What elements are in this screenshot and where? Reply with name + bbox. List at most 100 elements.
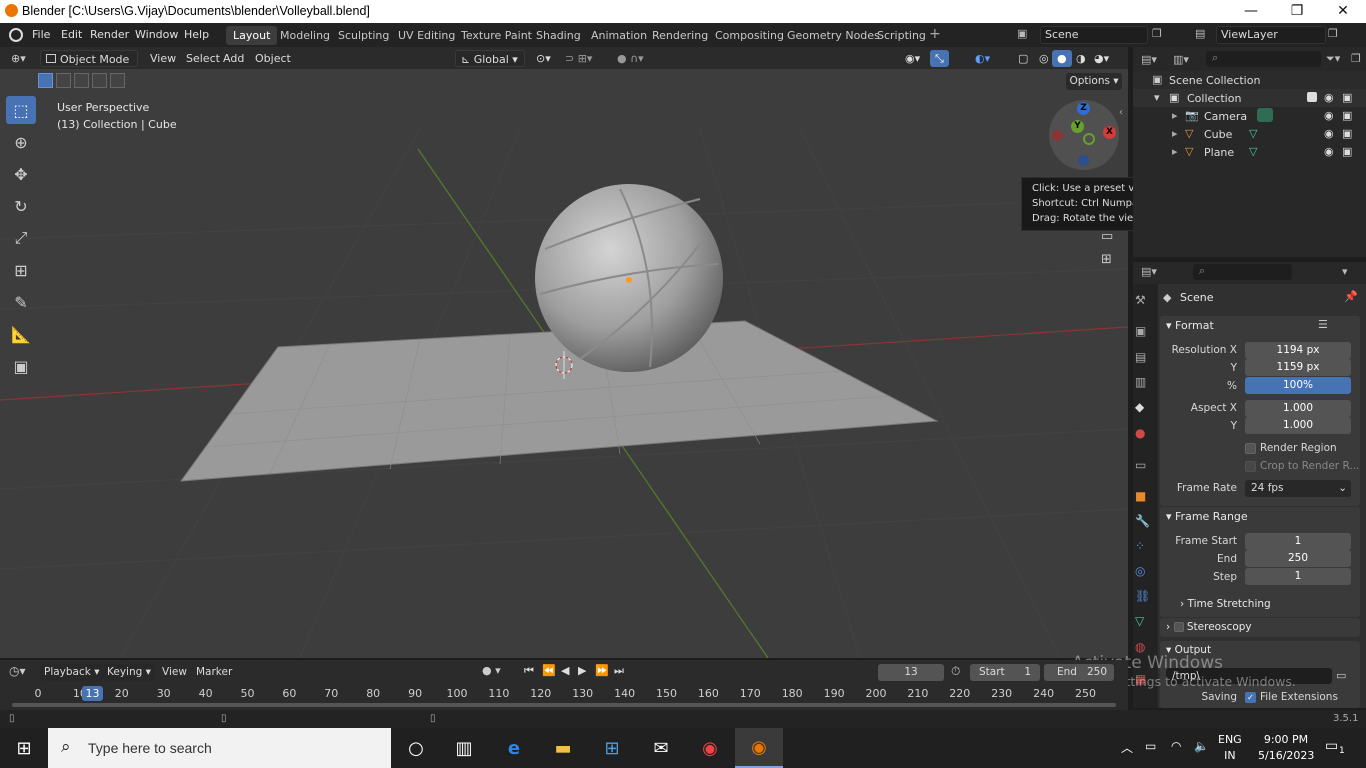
outliner-collection-row[interactable]: ▾ ▣ Collection ◉ ▣ bbox=[1133, 89, 1366, 107]
menu-window[interactable]: Window bbox=[135, 28, 178, 41]
resolution-x-field[interactable]: 1194 px bbox=[1245, 342, 1351, 359]
collection-render-icon[interactable]: ▣ bbox=[1342, 91, 1352, 104]
physics-tab-icon[interactable]: ◎ bbox=[1135, 564, 1145, 578]
edge-icon[interactable]: e bbox=[490, 728, 538, 768]
outliner-new-collection-icon[interactable]: ❐ bbox=[1351, 52, 1361, 65]
menu-view[interactable]: View bbox=[145, 50, 181, 67]
collection-tab-icon[interactable]: ▭ bbox=[1135, 458, 1146, 472]
start-frame-field[interactable]: Start 1 bbox=[970, 664, 1040, 681]
menu-render[interactable]: Render bbox=[90, 28, 129, 41]
close-button[interactable]: ✕ bbox=[1320, 0, 1366, 23]
show-hidden-icons[interactable]: ︿ bbox=[1121, 739, 1133, 756]
object-mode-dropdown[interactable]: Object Mode ▾ bbox=[40, 50, 138, 83]
tab-rendering[interactable]: Rendering bbox=[645, 26, 715, 45]
gizmo-neg-z-axis[interactable] bbox=[1078, 155, 1089, 166]
timeline-editor-icon[interactable]: ◷▾ bbox=[9, 664, 26, 678]
pin-icon[interactable]: 📌 bbox=[1344, 290, 1358, 303]
scene-icon[interactable]: ▣ bbox=[1017, 27, 1027, 40]
annotate-tool-icon[interactable]: ✎ bbox=[6, 288, 36, 316]
shading-wireframe-icon[interactable]: ◎ bbox=[1034, 50, 1054, 67]
gizmo-z-axis[interactable]: Z bbox=[1077, 102, 1090, 115]
cursor-tool-icon[interactable]: ⊕ bbox=[6, 128, 36, 156]
frame-step-field[interactable]: 1 bbox=[1245, 568, 1351, 585]
data-tab-icon[interactable]: ▽ bbox=[1135, 614, 1144, 628]
render-tab-icon[interactable]: ▣ bbox=[1135, 324, 1146, 338]
select-invert-icon[interactable] bbox=[92, 73, 107, 88]
view-layer-icon[interactable]: ▤ bbox=[1195, 27, 1205, 40]
camera-view-icon[interactable]: ▭ bbox=[1101, 229, 1113, 244]
aspect-y-field[interactable]: 1.000 bbox=[1245, 417, 1351, 434]
format-panel-header[interactable]: ▾ Format bbox=[1166, 319, 1214, 332]
frame-range-panel-header[interactable]: ▾ Frame Range bbox=[1166, 510, 1248, 523]
play-icon[interactable]: ▶ bbox=[578, 664, 586, 677]
wifi-icon[interactable]: ◠ bbox=[1171, 739, 1181, 753]
notification-icon[interactable]: ▭ bbox=[1325, 738, 1338, 754]
timeline-scrollbar[interactable] bbox=[12, 703, 1116, 707]
chrome-icon[interactable]: ◉ bbox=[686, 728, 734, 768]
keying-menu[interactable]: Keying ▾ bbox=[103, 664, 155, 681]
jump-keyframe-back-icon[interactable]: ⏪ bbox=[542, 664, 556, 677]
rotate-tool-icon[interactable]: ↻ bbox=[6, 192, 36, 220]
select-new-icon[interactable] bbox=[38, 73, 53, 88]
visibility-icon[interactable]: ◉ bbox=[1324, 109, 1334, 122]
scale-tool-icon[interactable]: ⤢ bbox=[6, 224, 36, 252]
tab-uv-editing[interactable]: UV Editing bbox=[391, 26, 462, 45]
outliner-item-cube[interactable]: ▸ ▽ Cube ▽ ◉ ▣ bbox=[1133, 125, 1366, 143]
current-frame-marker[interactable]: 13 bbox=[82, 686, 103, 701]
select-subtract-icon[interactable] bbox=[74, 73, 89, 88]
ortho-toggle-icon[interactable]: ⊞ bbox=[1101, 252, 1112, 267]
outliner-filter-icon[interactable]: ⏷▾ bbox=[1326, 52, 1340, 66]
shading-solid-icon[interactable]: ● bbox=[1052, 50, 1072, 67]
menu-help[interactable]: Help bbox=[184, 28, 209, 41]
outliner-scene-collection[interactable]: ▣ Scene Collection bbox=[1133, 71, 1366, 89]
view-layer-tab-icon[interactable]: ▥ bbox=[1135, 375, 1146, 389]
outliner-editor-icon[interactable]: ▤▾ bbox=[1141, 53, 1157, 66]
blender-menu-icon[interactable] bbox=[9, 28, 23, 42]
tab-texture-paint[interactable]: Texture Paint bbox=[454, 26, 539, 45]
volume-icon[interactable]: 🔈 bbox=[1194, 739, 1209, 753]
material-tab-icon[interactable]: ◍ bbox=[1135, 640, 1145, 654]
current-frame-field[interactable]: 13 bbox=[878, 664, 944, 681]
menu-file[interactable]: File bbox=[32, 28, 50, 41]
shading-material-icon[interactable]: ◑ bbox=[1071, 50, 1091, 67]
file-extensions-checkbox[interactable]: ✓ bbox=[1245, 692, 1256, 703]
world-tab-icon[interactable]: ● bbox=[1135, 426, 1145, 440]
render-icon[interactable]: ▣ bbox=[1342, 109, 1352, 122]
aspect-x-field[interactable]: 1.000 bbox=[1245, 400, 1351, 417]
add-workspace-icon[interactable]: + bbox=[929, 26, 941, 42]
expand-icon[interactable]: ▸ bbox=[1172, 109, 1178, 122]
jump-keyframe-forward-icon[interactable]: ⏩ bbox=[595, 664, 609, 677]
gizmo-x-axis[interactable]: X bbox=[1103, 126, 1116, 139]
select-intersect-icon[interactable] bbox=[110, 73, 125, 88]
auto-keying-icon[interactable]: ● ▾ bbox=[482, 664, 501, 677]
transform-tool-icon[interactable]: ⊞ bbox=[6, 256, 36, 284]
tab-shading[interactable]: Shading bbox=[529, 26, 588, 45]
browse-folder-icon[interactable]: ▭ bbox=[1336, 669, 1346, 682]
select-extend-icon[interactable] bbox=[56, 73, 71, 88]
collection-visibility-icon[interactable]: ◉ bbox=[1324, 91, 1334, 104]
gizmo-toggle-icon[interactable]: ⤡ bbox=[930, 50, 949, 67]
visibility-icon[interactable]: ◉▾ bbox=[900, 50, 925, 67]
proportional-edit-icon[interactable]: ● ∩▾ bbox=[612, 50, 649, 67]
output-tab-icon[interactable]: ▤ bbox=[1135, 350, 1146, 364]
properties-options-icon[interactable]: ▾ bbox=[1342, 265, 1348, 278]
orientation-dropdown[interactable]: ⊾ Global ▾ bbox=[455, 50, 525, 67]
add-cube-tool-icon[interactable]: ▣ bbox=[6, 352, 36, 380]
play-reverse-icon[interactable]: ◀ bbox=[561, 664, 569, 677]
gizmo-neg-y-axis[interactable] bbox=[1083, 133, 1095, 145]
measure-tool-icon[interactable]: 📐 bbox=[6, 320, 36, 348]
view-layer-selector[interactable]: ViewLayer bbox=[1216, 26, 1326, 44]
modifier-tab-icon[interactable]: 🔧 bbox=[1135, 514, 1150, 528]
timeline-view-menu[interactable]: View bbox=[162, 666, 187, 678]
preview-range-icon[interactable]: ⏱ bbox=[951, 664, 960, 679]
stereoscopy-checkbox[interactable] bbox=[1173, 622, 1184, 632]
render-region-checkbox[interactable] bbox=[1245, 443, 1256, 454]
3d-viewport[interactable] bbox=[0, 69, 1128, 658]
select-box-tool-icon[interactable]: ⬚ bbox=[6, 96, 36, 124]
network-icon[interactable]: ▭ bbox=[1145, 739, 1156, 753]
toggle-sidebar-icon[interactable]: ‹ bbox=[1119, 107, 1123, 118]
jump-start-icon[interactable]: ⏮ bbox=[524, 664, 534, 678]
file-explorer-icon[interactable]: ▬ bbox=[539, 728, 587, 768]
collection-expand-icon[interactable]: ▾ bbox=[1154, 91, 1160, 104]
expand-icon[interactable]: ▸ bbox=[1172, 145, 1178, 158]
